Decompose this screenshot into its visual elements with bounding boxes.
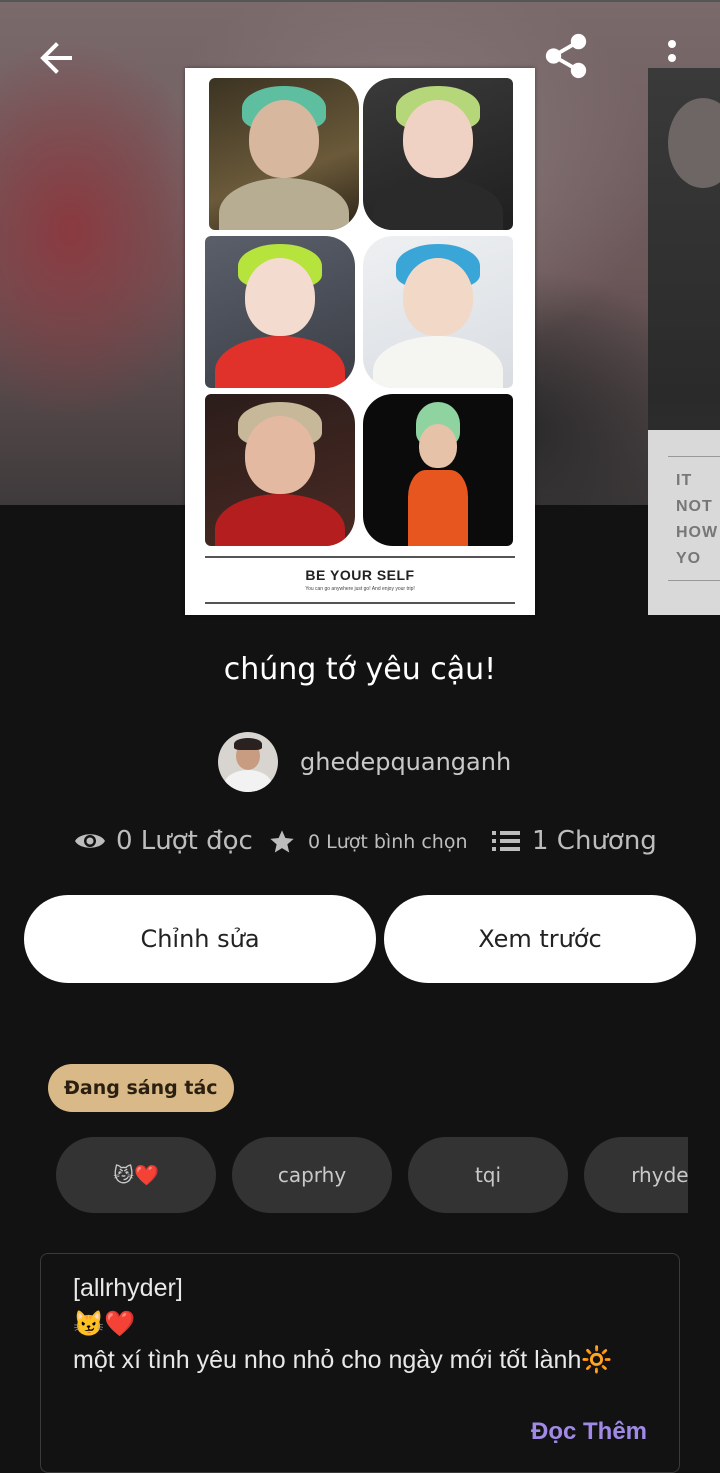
cover-divider [205, 602, 515, 604]
description-line: 😼❤️ [73, 1310, 136, 1338]
cover-photo [363, 394, 513, 546]
description-line: một xí tình yêu nho nhỏ cho ngày mới tốt… [73, 1346, 613, 1374]
reads-count: 0 Lượt đọc [116, 826, 253, 856]
cover-subtitle: You can go anywhere just go! And enjoy y… [305, 586, 415, 592]
story-title: chúng tớ yêu cậu! [223, 652, 497, 687]
cover-divider [668, 456, 720, 457]
cover-photo [363, 78, 513, 230]
cover-photo [209, 78, 359, 230]
author-name[interactable]: ghedepquanganh [300, 748, 511, 776]
eye-icon [74, 830, 106, 852]
story-cover[interactable]: BE YOUR SELF You can go anywhere just go… [185, 68, 535, 615]
cover-title: BE YOUR SELF [305, 567, 415, 583]
back-button[interactable] [32, 34, 80, 82]
tag-chip[interactable]: tqi [408, 1137, 568, 1213]
chapters-stat: 1 Chương [492, 826, 657, 856]
cover-photo [205, 236, 355, 388]
cover-panel-text: IT NOT HOW YO [676, 472, 719, 567]
tag-list: 😼❤️ caprhy tqi rhyder [56, 1137, 688, 1213]
story-stats: 0 Lượt đọc 0 Lượt bình chọn 1 Chương [0, 826, 720, 870]
cover-divider [668, 580, 720, 581]
cover-photo [363, 236, 513, 388]
chapters-count: 1 Chương [532, 826, 657, 856]
cover-photo [668, 98, 720, 188]
author-link[interactable]: ghedepquanganh [218, 732, 511, 792]
edit-button[interactable]: Chỉnh sửa [24, 895, 376, 983]
tag-chip[interactable]: rhyder [584, 1137, 688, 1213]
read-more-link[interactable]: Đọc Thêm [531, 1418, 647, 1446]
reads-stat: 0 Lượt đọc [74, 826, 253, 856]
share-button[interactable] [542, 32, 590, 80]
status-badge: Đang sáng tác [48, 1064, 234, 1112]
star-icon [268, 828, 296, 856]
description-box: [allrhyder] 😼❤️ một xí tình yêu nho nhỏ … [40, 1253, 680, 1473]
back-arrow-icon [40, 42, 72, 74]
next-story-cover[interactable]: IT NOT HOW YO [648, 68, 720, 615]
cover-divider [205, 556, 515, 558]
status-divider [0, 0, 720, 2]
share-icon [545, 33, 587, 79]
list-icon [492, 829, 520, 853]
description-line: [allrhyder] [73, 1274, 183, 1302]
votes-count: 0 Lượt bình chọn [308, 831, 468, 853]
tag-chip[interactable]: 😼❤️ [56, 1137, 216, 1213]
description-text: [allrhyder] 😼❤️ một xí tình yêu nho nhỏ … [73, 1270, 663, 1378]
tag-chip[interactable]: caprhy [232, 1137, 392, 1213]
preview-button[interactable]: Xem trước [384, 895, 696, 983]
cover-photo [205, 394, 355, 546]
votes-stat: 0 Lượt bình chọn [268, 828, 468, 856]
avatar[interactable] [218, 732, 278, 792]
